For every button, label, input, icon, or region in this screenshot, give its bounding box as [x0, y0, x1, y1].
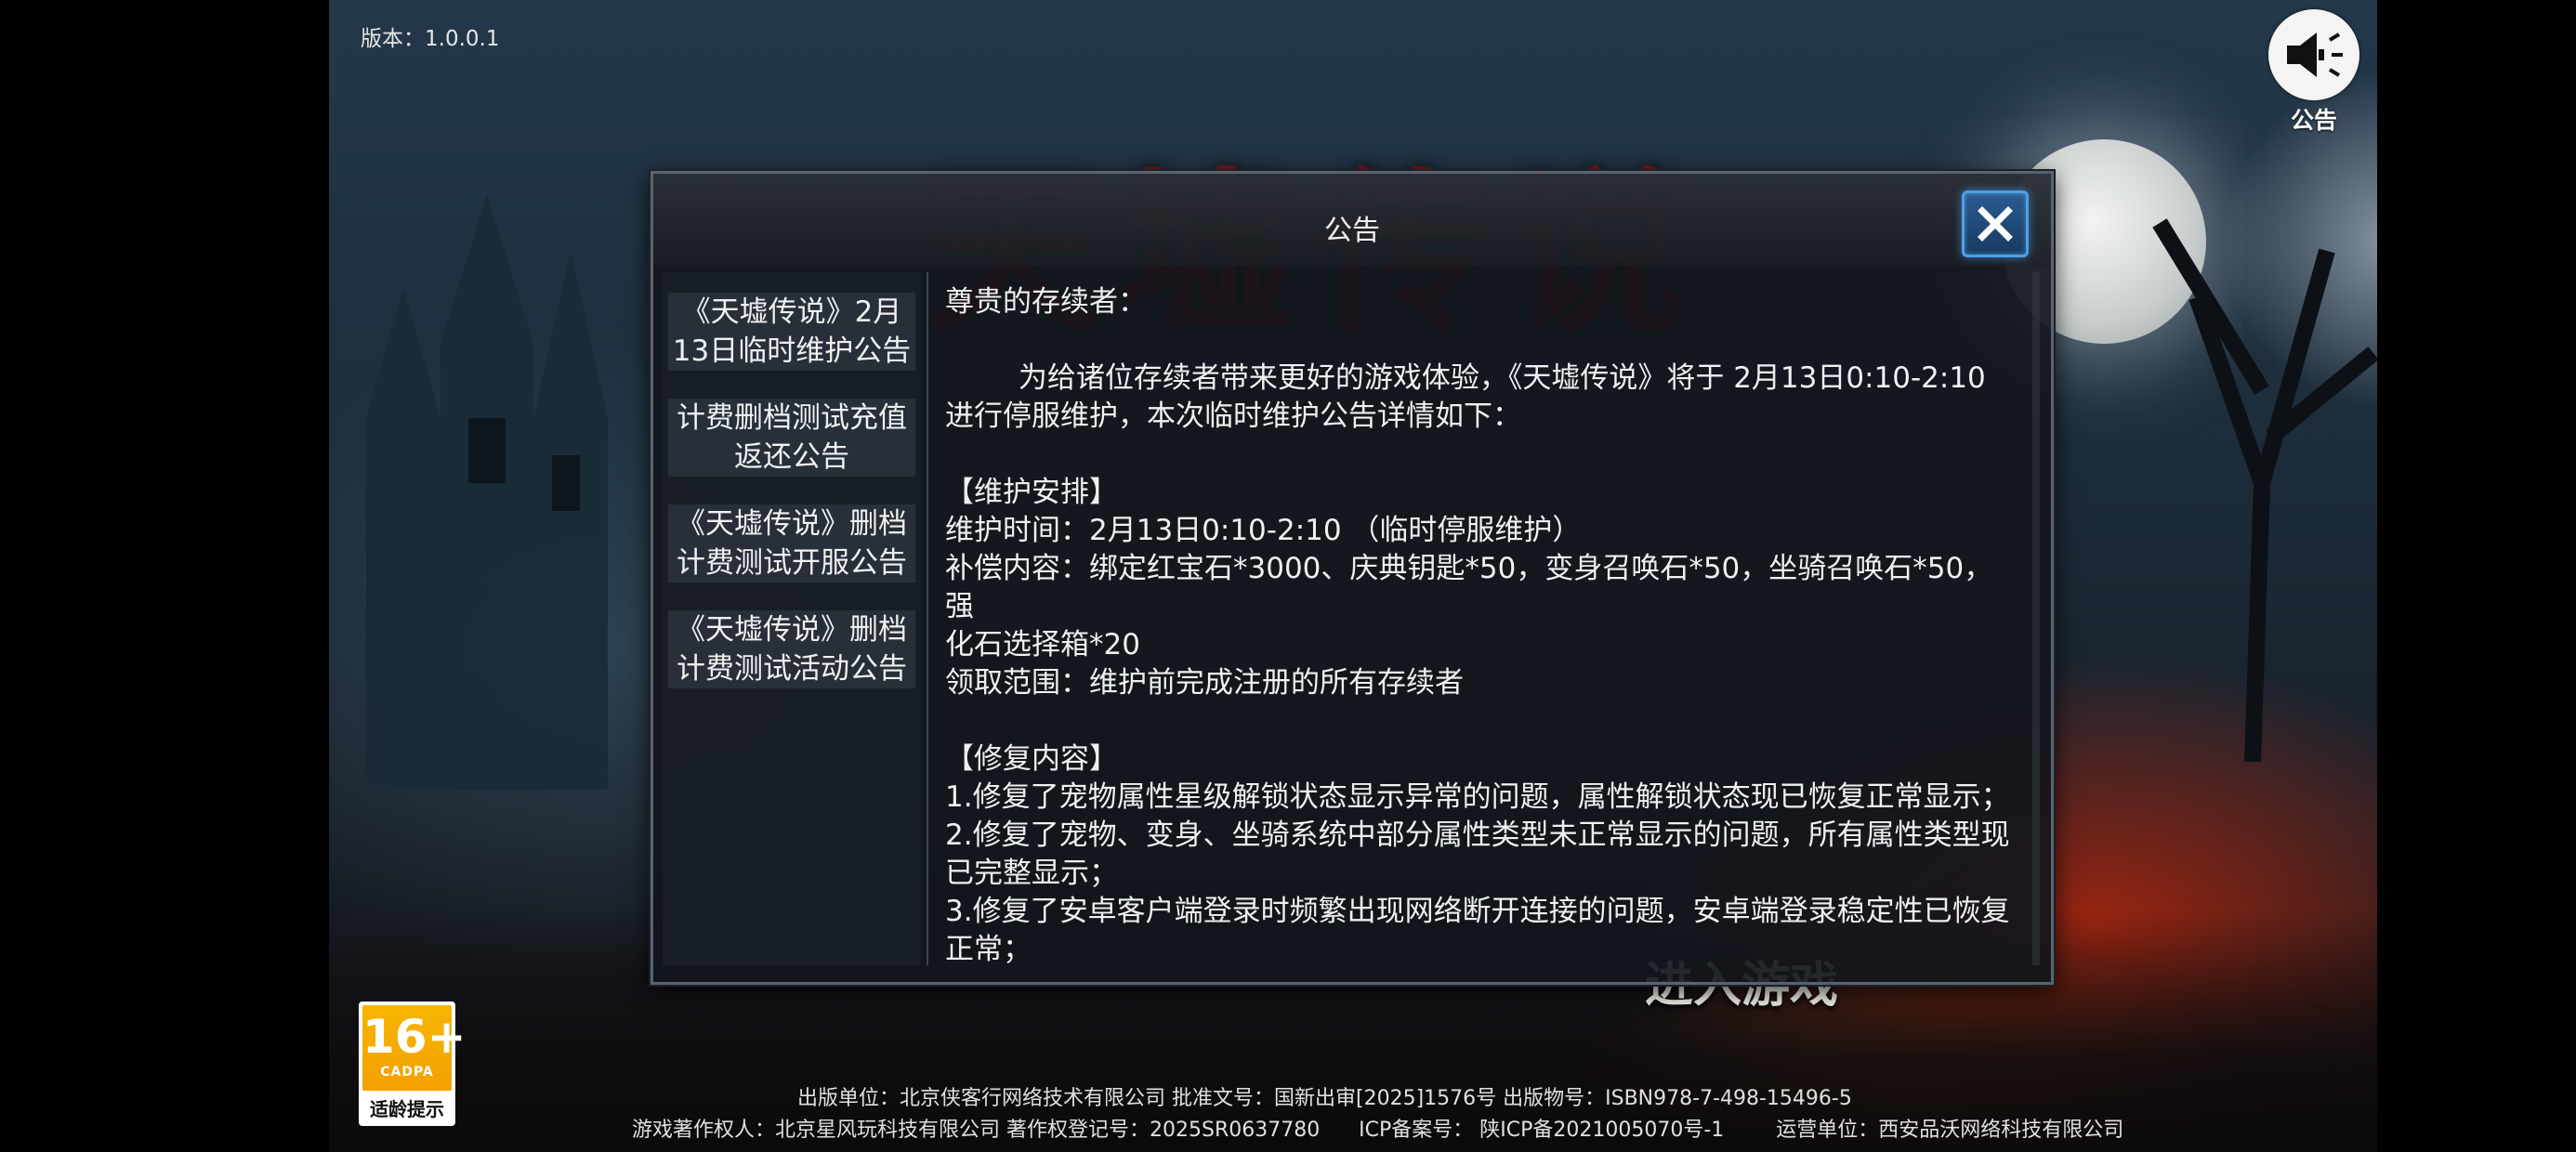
age-rating-org: CADPA	[380, 1065, 434, 1080]
content-line: 【修复内容】	[945, 742, 1118, 776]
publisher-info: 出版单位：北京侠客行网络技术有限公司 批准文号：国新出审[2025]1576号 …	[797, 1087, 1852, 1110]
announcement-tab-maintenance[interactable]: 《天墟传说》2月13日临时维护公告	[668, 293, 915, 371]
content-line: 领取范围：维护前完成注册的所有存续者	[945, 666, 1464, 700]
announcement-tab-event[interactable]: 《天墟传说》删档计费测试活动公告	[668, 610, 915, 688]
age-rating-badge: 16+ CADPA 适龄提示	[359, 1001, 467, 1126]
copyright-info: 游戏著作权人：北京星风玩科技有限公司 著作权登记号：2025SR0637780 …	[632, 1119, 2124, 1142]
content-line	[945, 321, 2014, 360]
content-line: 进行停服维护，本次临时维护公告详情如下：	[945, 399, 1521, 433]
content-line: 正常；	[945, 933, 1032, 965]
content-line: 尊贵的存续者：	[945, 285, 1147, 319]
content-line: 2.修复了宠物、变身、坐骑系统中部分属性类型未正常显示的问题，所有属性类型现	[945, 818, 2010, 852]
version-label: 版本：1.0.0.1	[361, 27, 500, 51]
announcement-dialog: 公告 《天墟传说》2月13日临时维护公告 计费删档测试充值返还公告 《天墟传说》…	[651, 171, 2054, 985]
content-line	[945, 702, 2014, 740]
content-scrollbar[interactable]	[2032, 272, 2040, 965]
close-button[interactable]	[1962, 190, 2029, 257]
tree-art	[2152, 218, 2377, 762]
notice-button-label: 公告	[2290, 107, 2337, 134]
content-line: 为给诸位存续者带来更好的游戏体验，《天墟传说》将于 2月13日0:10-2:10	[945, 361, 1986, 395]
content-line: 3.修复了安卓客户端登录时频繁出现网络断开连接的问题，安卓端登录稳定性已恢复	[945, 895, 2010, 928]
age-rating-value: 16+	[362, 1010, 467, 1064]
content-line: 1.修复了宠物属性星级解锁状态显示异常的问题，属性解锁状态现已恢复正常显示；	[945, 780, 2010, 814]
content-line: 维护时间：2月13日0:10-2:10 （临时停服维护）	[945, 514, 1582, 547]
close-icon	[1978, 206, 2013, 242]
dialog-title: 公告	[1324, 215, 1380, 247]
announcement-list: 《天墟传说》2月13日临时维护公告 计费删档测试充值返还公告 《天墟传说》删档计…	[663, 272, 921, 965]
announcement-content[interactable]: 尊贵的存续者： 为给诸位存续者带来更好的游戏体验，《天墟传说》将于 2月13日0…	[927, 272, 2040, 965]
age-rating-tip: 适龄提示	[370, 1098, 444, 1120]
content-line: 补偿内容：绑定红宝石*3000、庆典钥匙*50，变身召唤石*50，坐骑召唤石*5…	[945, 552, 1993, 623]
content-line: 化石选择箱*20	[945, 628, 1140, 661]
content-line: 【维护安排】	[945, 476, 1118, 509]
announcement-text: 尊贵的存续者： 为给诸位存续者带来更好的游戏体验，《天墟传说》将于 2月13日0…	[945, 283, 2014, 965]
announcement-tab-refund[interactable]: 计费删档测试充值返还公告	[668, 399, 915, 477]
speaker-icon	[2268, 9, 2359, 100]
announcement-tab-server-open[interactable]: 《天墟传说》删档计费测试开服公告	[668, 504, 915, 583]
content-line: 已完整显示；	[945, 857, 1118, 890]
content-line	[945, 436, 2014, 474]
notice-button[interactable]: 公告	[2266, 9, 2362, 134]
